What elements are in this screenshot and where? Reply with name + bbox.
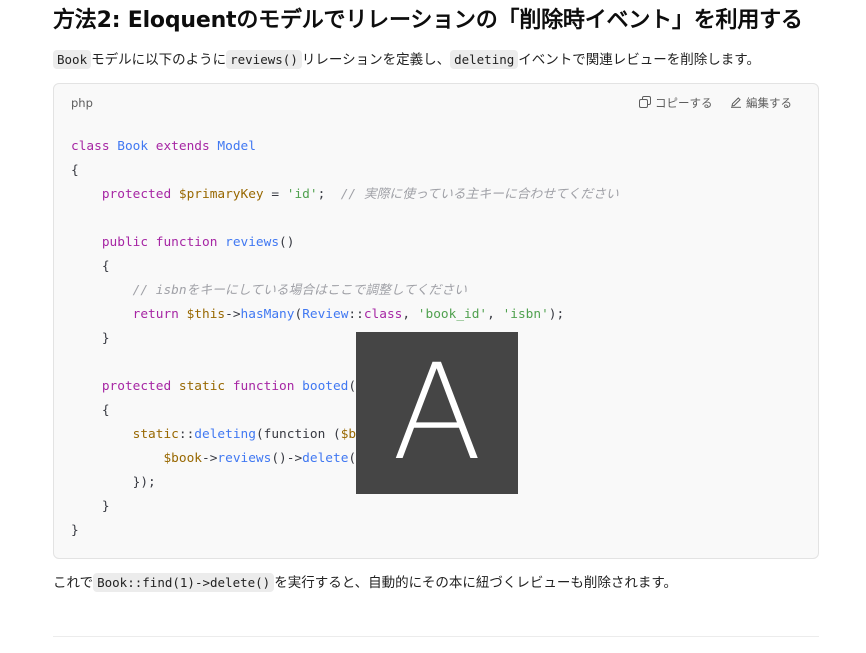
code-token: public	[101, 235, 156, 250]
overlay-letter: A	[391, 336, 483, 490]
code-token: 'book_id'	[417, 307, 488, 322]
code-token: ->	[225, 307, 241, 322]
code-token: $book	[163, 451, 202, 466]
code-token: ;	[317, 187, 341, 202]
code-token: function	[232, 379, 303, 394]
inline-code-reviews: reviews()	[226, 50, 302, 69]
code-token: Model	[217, 139, 256, 154]
code-token: return	[132, 307, 187, 322]
code-line: protected static function booted()	[71, 375, 619, 399]
code-token: protected	[101, 379, 179, 394]
code-line: static::deleting(function ($book) {	[71, 423, 619, 447]
code-token: class	[363, 307, 403, 322]
code-line: return $this->hasMany(Review::class, 'bo…	[71, 303, 619, 327]
code-line: {	[71, 159, 619, 183]
inline-code-book: Book	[53, 50, 92, 69]
code-token: Book	[117, 139, 156, 154]
code-line: }	[71, 327, 619, 351]
code-token: =	[263, 187, 287, 202]
code-token: extends	[155, 139, 218, 154]
code-line: $book->reviews()->delete();	[71, 447, 619, 471]
code-token: // 実際に使っている主キーに合わせてください	[340, 187, 619, 202]
code-line: protected $primaryKey = 'id'; // 実際に使ってい…	[71, 183, 619, 207]
code-line: {	[71, 255, 619, 279]
code-token: hasMany	[240, 307, 295, 322]
code-language-label: php	[71, 96, 93, 110]
code-token: {	[71, 403, 110, 418]
code-token: deleting	[194, 427, 256, 442]
code-token: $this	[186, 307, 226, 322]
outro-text-2: を実行すると、自動的にその本に紐づくレビューも削除されます。	[274, 575, 678, 591]
code-token: ,	[487, 307, 503, 322]
code-token: ()->	[271, 451, 303, 466]
code-token: ::	[178, 427, 195, 442]
code-token: reviews	[225, 235, 280, 250]
section-divider	[53, 636, 819, 637]
code-line: });	[71, 471, 619, 495]
code-token: static	[178, 379, 233, 394]
code-token: 'isbn'	[502, 307, 549, 322]
copy-button-label: コピーする	[655, 96, 713, 110]
intro-text-1: モデルに以下のように	[91, 52, 227, 68]
code-line: }	[71, 519, 619, 543]
code-token: reviews	[217, 451, 272, 466]
copy-icon	[639, 95, 651, 111]
code-token: ::	[348, 307, 364, 322]
intro-text-2: リレーションを定義し、	[301, 52, 451, 68]
intro-text-3: イベントで関連レビューを削除します。	[518, 52, 760, 68]
code-token: (function (	[255, 427, 341, 442]
code-token: {	[71, 259, 110, 274]
code-token: $primaryKey	[178, 187, 264, 202]
inline-code-find-delete: Book::find(1)->delete()	[93, 573, 275, 592]
outro-paragraph: これで Book::find(1)->delete() を実行すると、自動的にその本…	[53, 573, 677, 593]
code-content: class Book extends Model { protected $pri…	[71, 135, 619, 543]
edit-button[interactable]: 編集する	[730, 95, 792, 111]
code-token: Review	[302, 307, 349, 322]
code-token: class	[71, 139, 118, 154]
outro-text-1: これで	[53, 575, 94, 591]
code-token: // isbnをキーにしている場合はここで調整してください	[132, 283, 467, 298]
code-token: 'id'	[286, 187, 318, 202]
code-token: protected	[101, 187, 179, 202]
code-token: }	[71, 331, 110, 346]
code-token: ()	[279, 235, 295, 250]
code-token: }	[71, 499, 110, 514]
letter-overlay-badge: A	[356, 332, 518, 494]
section-heading: 方法2: Eloquentのモデルでリレーションの「削除時イベント」を利用する	[53, 8, 803, 33]
intro-paragraph: Book モデルに以下のように reviews() リレーションを定義し、 deleti…	[53, 50, 760, 70]
code-token: static	[132, 427, 179, 442]
code-token: ->	[201, 451, 218, 466]
edit-button-label: 編集する	[746, 96, 792, 110]
code-line: {	[71, 399, 619, 423]
code-token: }	[71, 523, 79, 538]
code-line: public function reviews()	[71, 231, 619, 255]
code-token: {	[71, 163, 79, 178]
code-token: });	[71, 475, 156, 490]
code-token: booted	[302, 379, 349, 394]
code-line: class Book extends Model	[71, 135, 619, 159]
copy-button[interactable]: コピーする	[639, 95, 713, 111]
pencil-icon	[730, 96, 742, 111]
inline-code-deleting: deleting	[450, 50, 519, 69]
code-line: // isbnをキーにしている場合はここで調整してください	[71, 279, 619, 303]
code-token: delete	[302, 451, 349, 466]
code-token: function	[155, 235, 226, 250]
code-token: );	[548, 307, 565, 322]
code-line: }	[71, 495, 619, 519]
code-token: ,	[402, 307, 418, 322]
